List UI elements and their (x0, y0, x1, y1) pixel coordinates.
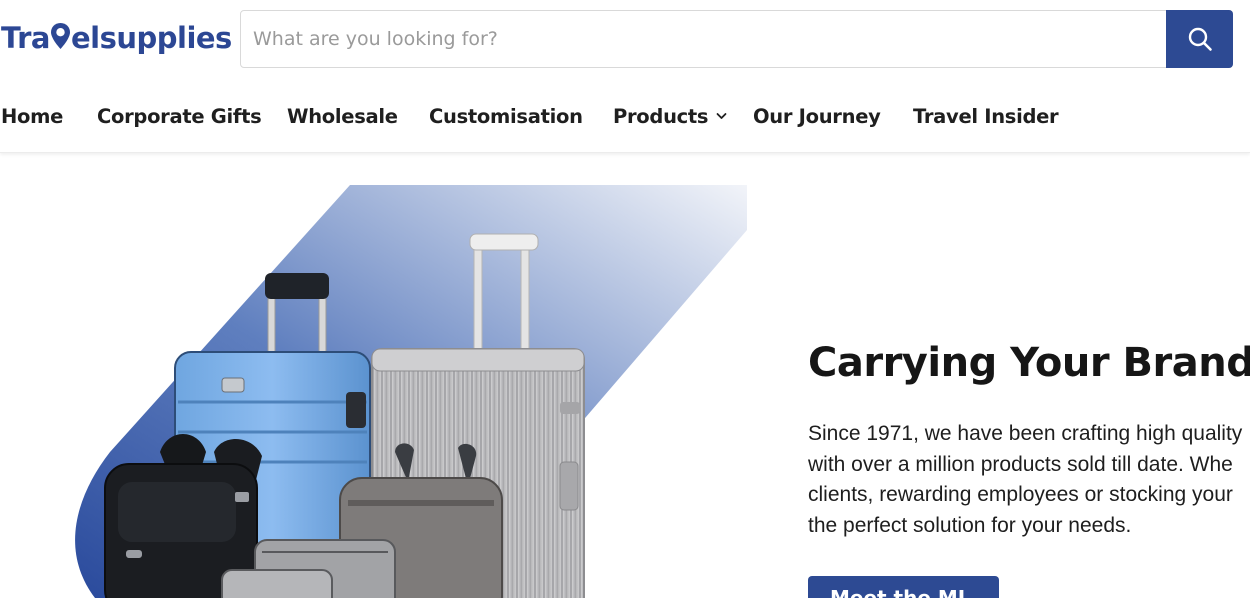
chevron-down-icon (716, 112, 727, 120)
nav-item-corporate-gifts[interactable]: Corporate Gifts (97, 96, 262, 136)
nav-item-label: Wholesale (287, 104, 398, 128)
nav-item-products[interactable]: Products (613, 96, 727, 136)
search-bar (240, 10, 1233, 68)
luggage-collection-image (0, 152, 760, 598)
hero-description-line: clients, rewarding employees or stocking… (808, 483, 1233, 507)
site-header: Tra elsupplies Home Corporate Gift (0, 0, 1250, 153)
hero-text: Carrying Your Brand Fu Since 1971, we ha… (808, 340, 1250, 542)
search-input[interactable] (241, 11, 1167, 67)
location-pin-icon (50, 22, 71, 50)
nav-item-travel-insider[interactable]: Travel Insider (913, 96, 1059, 136)
nav-item-our-journey[interactable]: Our Journey (753, 96, 881, 136)
search-button[interactable] (1166, 10, 1233, 68)
hero-cta-button[interactable]: Meet the ML (808, 576, 999, 598)
main-nav: Home Corporate Gifts Wholesale Customisa… (0, 96, 1250, 136)
hero-description-line: the perfect solution for your needs. (808, 514, 1132, 538)
hero-description: Since 1971, we have been crafting high q… (808, 419, 1250, 542)
search-icon (1188, 27, 1212, 51)
page: Tra elsupplies Home Corporate Gift (0, 0, 1250, 598)
nav-item-label: Travel Insider (913, 104, 1059, 128)
nav-item-label: Home (1, 104, 64, 128)
logo-text-start: Tra (1, 21, 50, 55)
nav-item-label: Products (613, 104, 709, 128)
nav-item-label: Customisation (429, 104, 583, 128)
nav-item-home[interactable]: Home (1, 96, 63, 136)
hero-title: Carrying Your Brand Fu (808, 340, 1250, 386)
travelsupplies-logo[interactable]: Tra elsupplies (1, 18, 232, 58)
hero-cta-label: Meet the ML (830, 586, 971, 598)
nav-item-label: Our Journey (753, 104, 881, 128)
logo-text-end: elsupplies (70, 21, 232, 55)
hero-description-line: Since 1971, we have been crafting high q… (808, 422, 1243, 445)
nav-item-customisation[interactable]: Customisation (429, 96, 583, 136)
nav-item-label: Corporate Gifts (97, 104, 262, 128)
nav-item-wholesale[interactable]: Wholesale (287, 96, 398, 136)
hero-description-line: with over a million products sold till d… (808, 452, 1233, 476)
